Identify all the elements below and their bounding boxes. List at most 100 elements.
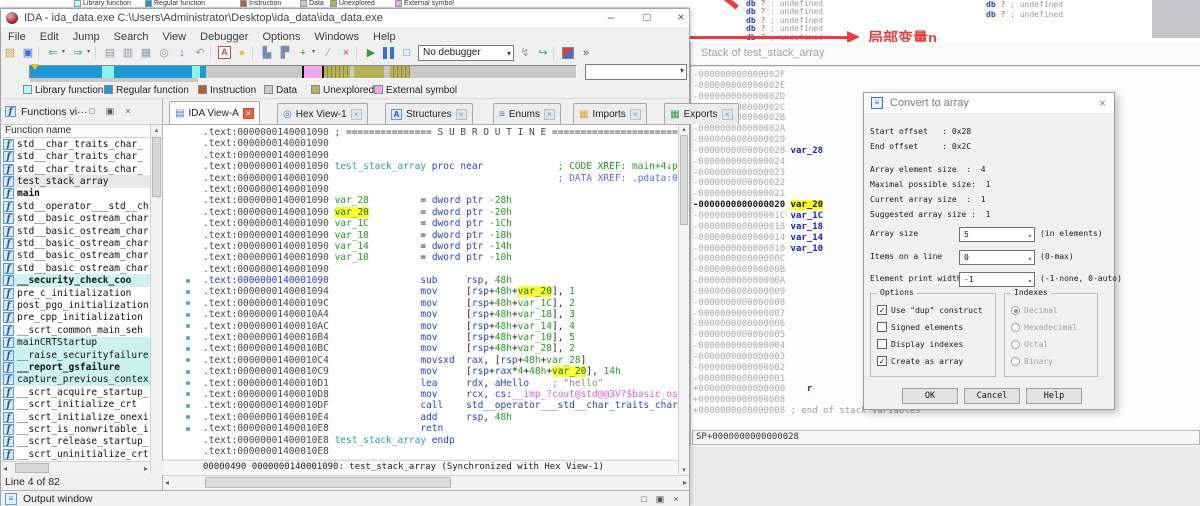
radio-icon[interactable]: [1011, 322, 1020, 332]
scrollbar-thumb[interactable]: [152, 137, 161, 197]
search-again-icon[interactable]: ↶: [191, 45, 209, 62]
function-list-item[interactable]: f std__basic_ostream_char: [1, 225, 150, 237]
function-list-item[interactable]: f __raise_securityfailure: [1, 348, 150, 362]
items-on-a-line-input[interactable]: 0 ▾: [959, 250, 1035, 265]
disasm-line[interactable]: .text:000000014000109C mov [rsp+48h+var_…: [163, 298, 678, 309]
step-icon[interactable]: ↪: [534, 45, 552, 62]
dialog-titlebar[interactable]: ≡ Convert to array ×: [864, 93, 1114, 113]
search-icon[interactable]: ◎: [155, 45, 173, 62]
radio-decimal[interactable]: Decimal: [1011, 304, 1058, 316]
array-size-input[interactable]: 5 ▾: [959, 227, 1035, 242]
disasm-line[interactable]: .text:0000000140001090 ; ===============…: [163, 127, 678, 138]
tab-close-icon[interactable]: ×: [629, 108, 641, 120]
functions-horizontal-scrollbar[interactable]: ◂ ▸: [1, 461, 151, 474]
panel-close-button[interactable]: ×: [669, 493, 683, 506]
disasm-line[interactable]: .text:0000000140001090 ; DATA XREF: .pda…: [163, 173, 678, 184]
disasm-line[interactable]: .text:0000000140001090: [163, 150, 678, 161]
function-list-item[interactable]: f post_pgo_initialization: [1, 299, 150, 311]
disasm-line[interactable]: .text:0000000140001090 var_10 = dword pt…: [163, 252, 678, 263]
disasm-line[interactable]: .text:0000000140001090 test_stack_array …: [163, 161, 678, 172]
panel-maximize-button[interactable]: □: [85, 105, 99, 118]
calc-icon[interactable]: ▙: [258, 45, 276, 62]
ok-button[interactable]: OK: [902, 388, 958, 404]
tab-imports[interactable]: ▦ Imports ×: [573, 103, 647, 124]
function-list-item[interactable]: f std__basic_ostream_char: [1, 250, 150, 262]
disasm-line[interactable]: .text:0000000140001090: [163, 138, 678, 149]
panel-close-button[interactable]: ×: [121, 105, 135, 118]
output-window-bar[interactable]: ≡ Output window □ ▣ ×: [1, 490, 689, 506]
panel-maximize-button[interactable]: □: [637, 493, 651, 506]
panel-float-button[interactable]: ▣: [653, 493, 667, 506]
tab-close-icon[interactable]: ×: [721, 108, 733, 120]
disasm-line[interactable]: .text:00000001400010D8 mov rcx, cs:__imp…: [163, 389, 678, 400]
menu-options[interactable]: Options: [255, 29, 307, 43]
disasm-line[interactable]: .text:00000001400010C4 movsxd rax, [rsp+…: [163, 355, 678, 366]
functions-vertical-scrollbar[interactable]: ▴: [151, 125, 163, 461]
function-list-item[interactable]: f std__char_traits_char_: [1, 163, 150, 175]
function-list-item[interactable]: f capture_previous_contex: [1, 373, 150, 387]
scroll-up-icon[interactable]: ▴: [679, 125, 689, 133]
function-list-item[interactable]: f std__char_traits_char_: [1, 138, 150, 150]
desktop-icon[interactable]: [562, 47, 574, 59]
function-list-item[interactable]: f __scrt_common_main_seh: [1, 324, 150, 336]
debugger-run-icon[interactable]: ▶: [362, 45, 380, 62]
function-list-item[interactable]: f __report_gsfailure: [1, 361, 150, 374]
radio-icon[interactable]: [1011, 305, 1020, 315]
function-list-item[interactable]: f __scrt_release_startup_: [1, 436, 150, 448]
radio-icon[interactable]: [1011, 339, 1020, 349]
menu-jump[interactable]: Jump: [66, 29, 107, 43]
function-list-item[interactable]: f __security_check_coo: [1, 274, 150, 287]
forward-icon[interactable]: ⇒: [69, 45, 87, 62]
scroll-up-icon[interactable]: ▴: [151, 125, 162, 136]
tab-exports[interactable]: ▦ Exports ×: [664, 103, 739, 124]
dialog-close-icon[interactable]: ×: [1099, 96, 1106, 110]
chevron-down-icon[interactable]: ▾: [312, 44, 319, 61]
debugger-pause-icon[interactable]: [383, 47, 395, 59]
disasm-line[interactable]: .text:00000001400010E8: [163, 446, 678, 457]
edit-func-icon[interactable]: ∕: [319, 45, 337, 62]
jump-type-icon[interactable]: ▥: [119, 45, 137, 62]
menu-search[interactable]: Search: [107, 29, 156, 43]
jump-down-icon[interactable]: ↓: [173, 45, 191, 62]
checkbox-display-indexes[interactable]: Display indexes: [877, 338, 963, 350]
disasm-line[interactable]: .text:00000001400010E8 test_stack_array …: [163, 435, 678, 446]
save-icon[interactable]: ▣: [19, 45, 37, 62]
maximize-button[interactable]: □: [633, 9, 661, 26]
scrollbar-thumb[interactable]: [680, 135, 688, 225]
function-list-item[interactable]: f __scrt_is_nonwritable_i: [1, 423, 150, 436]
functions-column-header[interactable]: Function name: [1, 125, 151, 138]
idea-icon[interactable]: ●: [233, 45, 251, 62]
function-list-item[interactable]: f pre_c_initialization: [1, 287, 150, 299]
disasm-line[interactable]: .text:0000000140001090 var_14 = dword pt…: [163, 241, 678, 252]
disasm-line[interactable]: .text:00000001400010A4 mov [rsp+48h+var_…: [163, 309, 678, 320]
colors-icon[interactable]: A: [218, 46, 231, 59]
stack-row[interactable]: -000000000000002F: [693, 70, 921, 81]
function-list-item[interactable]: f pre_cpp_initialization: [1, 312, 150, 324]
function-list-item[interactable]: f std__char_traits_char_: [1, 150, 150, 163]
function-list-item[interactable]: f std__operator___std__ch: [1, 200, 150, 212]
function-list-item[interactable]: f __scrt_acquire_startup_: [1, 386, 150, 398]
checkbox-signed-elements[interactable]: Signed elements: [877, 321, 963, 333]
disasm-line[interactable]: .text:00000001400010DF call std__operato…: [163, 400, 678, 411]
radio-octal[interactable]: Octal: [1011, 338, 1048, 350]
function-list-item[interactable]: f __scrt_uninitialize_crt: [1, 448, 150, 460]
close-button[interactable]: ×: [667, 9, 695, 26]
help-button[interactable]: Help: [1026, 388, 1082, 404]
function-list-item[interactable]: f std__basic_ostream_char: [1, 237, 150, 249]
disasm-line[interactable]: .text:00000001400010B4 mov [rsp+48h+var_…: [163, 332, 678, 343]
cancel-button[interactable]: Cancel: [964, 388, 1020, 404]
disasm-line[interactable]: .text:0000000140001090: [163, 184, 678, 195]
disasm-line[interactable]: .text:00000001400010AC mov [rsp+48h+var_…: [163, 321, 678, 332]
disasm-line[interactable]: .text:0000000140001090 sub rsp, 48h: [163, 275, 678, 286]
struct-icon[interactable]: ▛: [276, 45, 294, 62]
jump-name-icon[interactable]: ▤: [101, 45, 119, 62]
attach-icon[interactable]: ↯: [516, 45, 534, 62]
disasm-line[interactable]: .text:0000000140001090: [163, 264, 678, 275]
disasm-line[interactable]: .text:00000001400010E4 add rsp, 48h: [163, 412, 678, 423]
chevron-down-icon[interactable]: ▾: [62, 44, 69, 61]
stack-row[interactable]: -000000000000002E: [693, 81, 921, 92]
disasm-line[interactable]: .text:0000000140001094 mov [rsp+48h+var_…: [163, 286, 678, 298]
panel-float-button[interactable]: ▣: [103, 105, 117, 118]
tab-close-icon[interactable]: ×: [543, 108, 555, 120]
navigation-band[interactable]: [29, 65, 577, 90]
